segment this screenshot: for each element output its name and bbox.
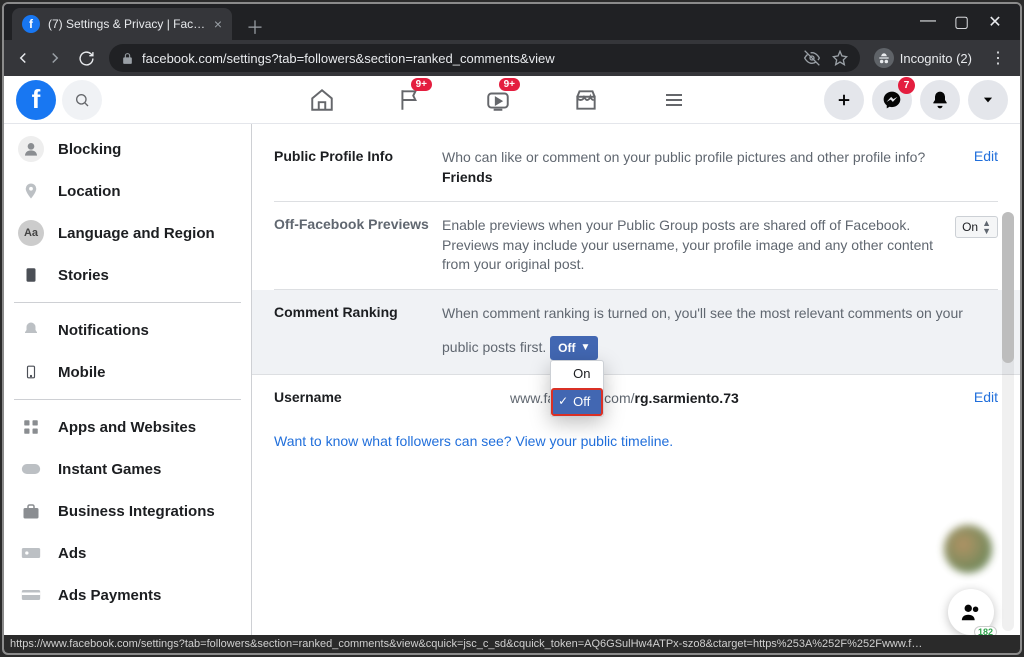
tab-title: (7) Settings & Privacy | Facebook bbox=[48, 17, 206, 31]
messenger-badge: 7 bbox=[898, 77, 915, 94]
browser-status-bar: https://www.facebook.com/settings?tab=fo… bbox=[4, 635, 1020, 653]
games-icon bbox=[18, 456, 44, 482]
sidebar-item-apps[interactable]: Apps and Websites bbox=[4, 406, 251, 448]
reload-button[interactable] bbox=[78, 50, 95, 67]
nav-pages[interactable]: 9+ bbox=[370, 76, 450, 124]
row-comment-ranking: Comment Ranking When comment ranking is … bbox=[252, 290, 1020, 375]
sidebar-item-mobile[interactable]: Mobile bbox=[4, 351, 251, 393]
apps-icon bbox=[18, 414, 44, 440]
sidebar-item-ads[interactable]: Ads bbox=[4, 532, 251, 574]
new-tab-button[interactable]: ＋ bbox=[246, 14, 264, 40]
fb-header: f 9+ 9+ bbox=[4, 76, 1020, 124]
incognito-indicator[interactable]: Incognito (2) bbox=[874, 48, 972, 68]
floating-notification[interactable] bbox=[944, 525, 992, 573]
blocking-icon bbox=[18, 136, 44, 162]
sidebar-item-notifications[interactable]: Notifications bbox=[4, 309, 251, 351]
location-icon bbox=[18, 178, 44, 204]
sidebar-item-language[interactable]: Aa Language and Region bbox=[4, 212, 251, 254]
bell-icon bbox=[930, 90, 950, 110]
eye-off-icon[interactable] bbox=[804, 50, 820, 66]
home-icon bbox=[309, 87, 335, 113]
ads-payments-icon bbox=[18, 582, 44, 608]
edit-profile-info-link[interactable]: Edit bbox=[974, 148, 998, 164]
nav-marketplace[interactable] bbox=[546, 76, 626, 124]
sidebar-item-ads-payments[interactable]: Ads Payments bbox=[4, 574, 251, 616]
row-desc: Who can like or comment on your public p… bbox=[442, 148, 974, 187]
star-icon[interactable] bbox=[832, 50, 848, 66]
ads-icon bbox=[18, 540, 44, 566]
nav-menu[interactable] bbox=[634, 76, 714, 124]
ranking-option-off[interactable]: Off bbox=[552, 389, 602, 415]
sidebar-item-blocking[interactable]: Blocking bbox=[4, 128, 251, 170]
messenger-button[interactable]: 7 bbox=[872, 80, 912, 120]
edit-username-link[interactable]: Edit bbox=[974, 389, 998, 405]
window-maximize-button[interactable]: ▢ bbox=[954, 12, 968, 32]
forward-button[interactable] bbox=[46, 49, 64, 67]
bell-sidebar-icon bbox=[18, 317, 44, 343]
new-message-button[interactable]: 182 bbox=[948, 589, 994, 635]
fb-search-button[interactable] bbox=[62, 80, 102, 120]
row-label: Username bbox=[274, 389, 442, 409]
row-username: Username www.facebook.com/rg.sarmiento.7… bbox=[274, 375, 998, 423]
sidebar-item-stories[interactable]: Stories bbox=[4, 254, 251, 296]
facebook-logo[interactable]: f bbox=[16, 80, 56, 120]
nav-pages-badge: 9+ bbox=[411, 78, 432, 91]
business-icon bbox=[18, 498, 44, 524]
ranking-option-on[interactable]: On bbox=[551, 361, 603, 387]
window-close-button[interactable]: ✕ bbox=[988, 12, 1002, 32]
comment-ranking-menu: On Off bbox=[550, 360, 604, 416]
plus-icon bbox=[835, 91, 853, 109]
comment-ranking-dropdown[interactable]: Off▼ bbox=[550, 336, 598, 361]
row-label: Off-Facebook Previews bbox=[274, 216, 442, 275]
nav-home[interactable] bbox=[282, 76, 362, 124]
browser-menu-button[interactable]: ⋮ bbox=[986, 48, 1010, 68]
search-icon bbox=[74, 92, 90, 108]
row-label: Public Profile Info bbox=[274, 148, 442, 187]
page-scrollbar[interactable] bbox=[1002, 212, 1014, 631]
hamburger-icon bbox=[662, 88, 686, 112]
incognito-icon bbox=[874, 48, 894, 68]
row-public-profile-info: Public Profile Info Who can like or comm… bbox=[274, 134, 998, 202]
people-icon bbox=[960, 601, 982, 623]
row-desc: When comment ranking is turned on, you'l… bbox=[442, 304, 998, 360]
row-label: Comment Ranking bbox=[274, 304, 442, 360]
view-public-timeline-link[interactable]: Want to know what followers can see? Vie… bbox=[274, 423, 998, 449]
off-fb-toggle[interactable]: On▲▼ bbox=[955, 216, 998, 238]
address-bar[interactable]: facebook.com/settings?tab=followers&sect… bbox=[109, 44, 860, 72]
row-off-facebook-previews: Off-Facebook Previews Enable previews wh… bbox=[274, 202, 998, 290]
sidebar-item-location[interactable]: Location bbox=[4, 170, 251, 212]
account-button[interactable] bbox=[968, 80, 1008, 120]
nav-watch-badge: 9+ bbox=[499, 78, 520, 91]
settings-content: Public Profile Info Who can like or comm… bbox=[252, 124, 1020, 653]
mobile-icon bbox=[18, 359, 44, 385]
notifications-button[interactable] bbox=[920, 80, 960, 120]
incognito-label: Incognito (2) bbox=[900, 51, 972, 66]
create-button[interactable] bbox=[824, 80, 864, 120]
nav-watch[interactable]: 9+ bbox=[458, 76, 538, 124]
lock-icon bbox=[121, 52, 134, 65]
back-button[interactable] bbox=[14, 49, 32, 67]
window-minimize-button[interactable]: — bbox=[920, 12, 934, 32]
caret-down-icon bbox=[981, 93, 995, 107]
sidebar-item-business[interactable]: Business Integrations bbox=[4, 490, 251, 532]
sidebar-item-instant-games[interactable]: Instant Games bbox=[4, 448, 251, 490]
stories-icon bbox=[18, 262, 44, 288]
language-icon: Aa bbox=[18, 220, 44, 246]
browser-tab[interactable]: f (7) Settings & Privacy | Facebook × bbox=[12, 8, 232, 40]
url-text: facebook.com/settings?tab=followers&sect… bbox=[142, 51, 555, 66]
row-desc: Enable previews when your Public Group p… bbox=[442, 216, 955, 275]
settings-sidebar: Blocking Location Aa Language and Region… bbox=[4, 124, 252, 653]
close-tab-button[interactable]: × bbox=[214, 16, 222, 32]
row-desc: www.facebook.com/rg.sarmiento.73 bbox=[442, 389, 974, 409]
facebook-favicon-icon: f bbox=[22, 15, 40, 33]
shop-icon bbox=[573, 87, 599, 113]
messenger-icon bbox=[882, 90, 902, 110]
